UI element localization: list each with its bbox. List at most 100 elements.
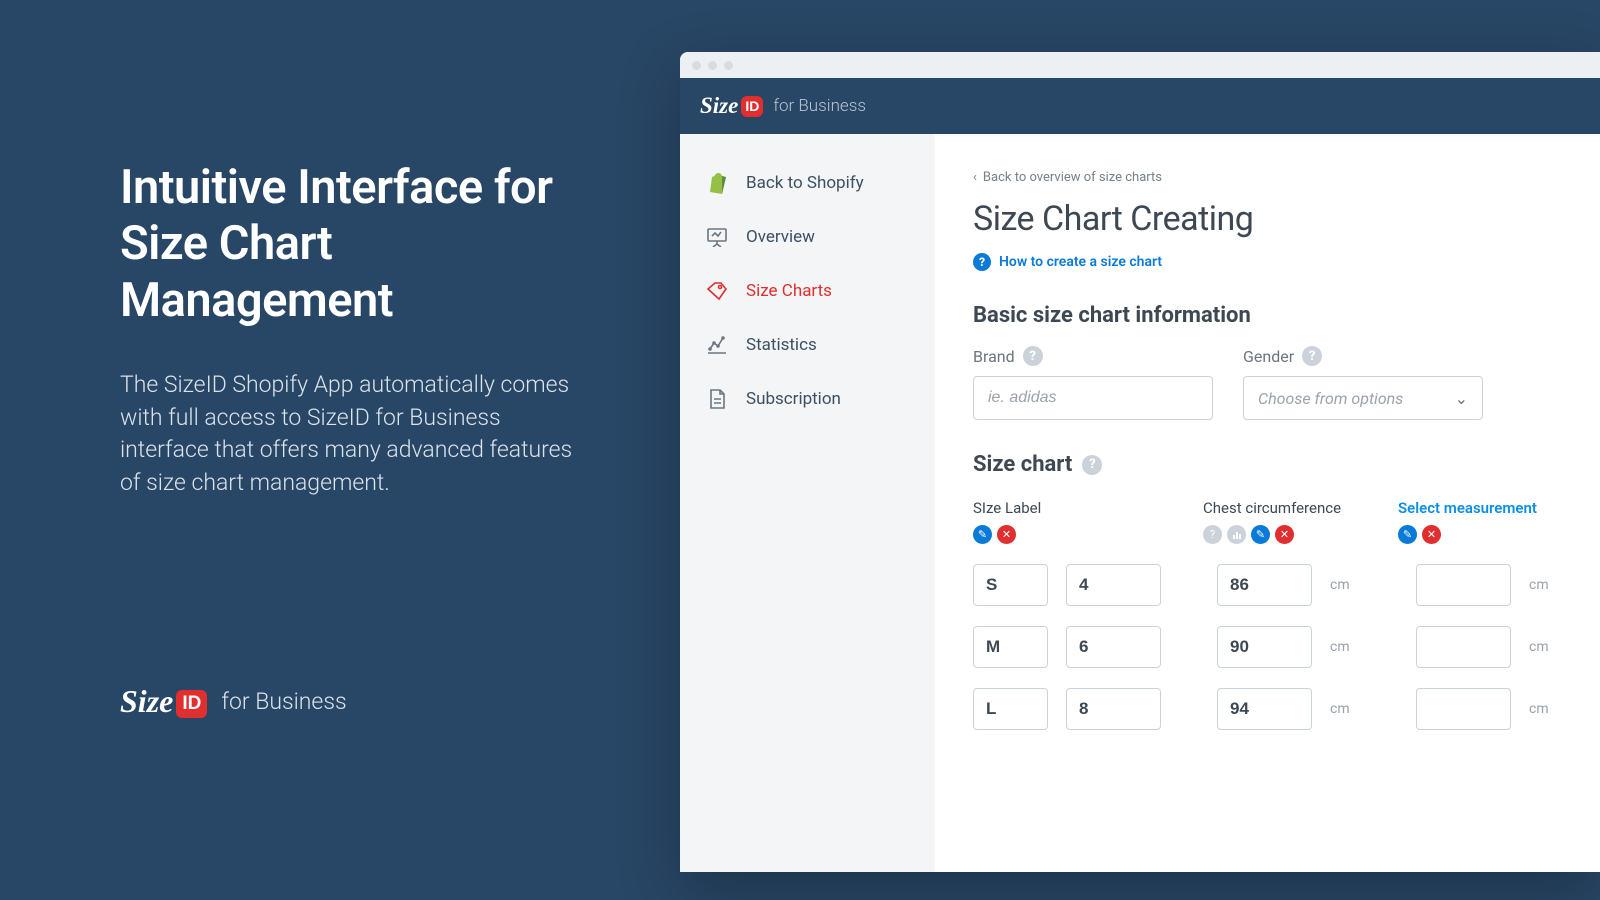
size-chart-heading: Size chart ? — [973, 452, 1562, 477]
help-link-label: How to create a size chart — [999, 254, 1162, 270]
delete-icon[interactable]: ✕ — [1275, 525, 1294, 544]
col-size-label: SIze Label ✎ ✕ — [973, 499, 1163, 544]
footer-logo: SizeID for Business — [120, 683, 347, 720]
help-icon[interactable]: ? — [1023, 346, 1043, 366]
page-title: Size Chart Creating — [973, 199, 1562, 239]
sidebar-item-size-charts[interactable]: Size Charts — [680, 264, 935, 318]
gender-select-placeholder: Choose from options — [1258, 389, 1403, 408]
main-content: ‹ Back to overview of size charts Size C… — [935, 134, 1600, 872]
sidebar-item-label: Subscription — [746, 389, 841, 409]
window-titlebar — [680, 52, 1600, 78]
edit-icon[interactable]: ✎ — [1251, 525, 1270, 544]
stats-icon — [706, 334, 728, 356]
chest-input[interactable] — [1217, 688, 1312, 730]
size-label-input[interactable] — [973, 564, 1048, 606]
size-chart-heading-text: Size chart — [973, 452, 1072, 477]
col-icon-row: ✎ ✕ — [973, 525, 1163, 544]
logo-wordmark: SizeID — [120, 683, 207, 720]
col-title: Chest circumference — [1203, 499, 1358, 517]
size-chart-table: SIze Label ✎ ✕ Chest circumference ? — [973, 499, 1562, 730]
size-num-input[interactable] — [1066, 688, 1161, 730]
unit-label: cm — [1330, 577, 1360, 593]
help-icon[interactable]: ? — [1302, 346, 1322, 366]
sidebar-item-label: Overview — [746, 227, 815, 247]
unit-label: cm — [1529, 701, 1559, 717]
tag-icon — [706, 280, 728, 302]
chart-icon[interactable] — [1227, 525, 1246, 544]
size-num-input[interactable] — [1066, 564, 1161, 606]
traffic-light-min[interactable] — [708, 61, 717, 70]
unit-label: cm — [1330, 701, 1360, 717]
chevron-down-icon: ⌄ — [1455, 389, 1468, 408]
shopify-icon — [706, 172, 728, 194]
edit-icon[interactable]: ✎ — [973, 525, 992, 544]
sidebar-item-subscription[interactable]: Subscription — [680, 372, 935, 426]
chest-input[interactable] — [1217, 626, 1312, 668]
header-logo-suffix: for Business — [773, 96, 866, 116]
delete-icon[interactable]: ✕ — [997, 525, 1016, 544]
document-icon — [706, 388, 728, 410]
marketing-panel: Intuitive Interface for Size Chart Manag… — [120, 160, 590, 500]
logo-suffix: for Business — [221, 688, 346, 715]
logo-size-text: Size — [120, 683, 173, 719]
select-measurement-link[interactable]: Select measurement — [1398, 499, 1568, 517]
table-row: cm cm — [973, 626, 1562, 668]
presentation-icon — [706, 226, 728, 248]
size-num-input[interactable] — [1066, 626, 1161, 668]
app-body: Back to Shopify Overview Size Charts Sta… — [680, 134, 1600, 872]
help-icon[interactable]: ? — [1082, 455, 1102, 475]
basic-info-heading: Basic size chart information — [973, 303, 1562, 328]
logo-id-badge: ID — [176, 690, 207, 718]
sidebar-item-back-shopify[interactable]: Back to Shopify — [680, 156, 935, 210]
delete-icon[interactable]: ✕ — [1422, 525, 1441, 544]
how-to-create-link[interactable]: ? How to create a size chart — [973, 253, 1162, 271]
gender-label-text: Gender — [1243, 347, 1294, 366]
col-title: SIze Label — [973, 499, 1163, 517]
chevron-left-icon: ‹ — [973, 170, 977, 185]
size-label-input[interactable] — [973, 626, 1048, 668]
marketing-body: The SizeID Shopify App automatically com… — [120, 369, 590, 500]
sidebar: Back to Shopify Overview Size Charts Sta… — [680, 134, 935, 872]
traffic-light-close[interactable] — [692, 61, 701, 70]
basic-form-row: Brand ? Gender ? Choose from options ⌄ — [973, 346, 1562, 420]
sidebar-item-label: Back to Shopify — [746, 173, 864, 193]
help-icon: ? — [973, 253, 991, 271]
brand-label: Brand ? — [973, 346, 1213, 366]
table-row: cm cm — [973, 564, 1562, 606]
marketing-headline: Intuitive Interface for Size Chart Manag… — [120, 160, 590, 329]
unit-label: cm — [1330, 639, 1360, 655]
extra-measure-input[interactable] — [1416, 626, 1511, 668]
col-icon-row: ? ✎ ✕ — [1203, 525, 1358, 544]
gender-label: Gender ? — [1243, 346, 1483, 366]
chest-input[interactable] — [1217, 564, 1312, 606]
unit-label: cm — [1529, 577, 1559, 593]
edit-icon[interactable]: ✎ — [1398, 525, 1417, 544]
gender-field-group: Gender ? Choose from options ⌄ — [1243, 346, 1483, 420]
sidebar-item-label: Statistics — [746, 335, 817, 355]
sidebar-item-statistics[interactable]: Statistics — [680, 318, 935, 372]
backlink-label: Back to overview of size charts — [983, 170, 1162, 185]
sidebar-item-overview[interactable]: Overview — [680, 210, 935, 264]
unit-label: cm — [1529, 639, 1559, 655]
brand-input[interactable] — [973, 376, 1213, 420]
app-window: SizeID for Business Back to Shopify Over… — [680, 52, 1600, 872]
col-icon-row: ✎ ✕ — [1398, 525, 1568, 544]
brand-field-group: Brand ? — [973, 346, 1213, 420]
basic-info-heading-text: Basic size chart information — [973, 303, 1251, 328]
back-to-overview-link[interactable]: ‹ Back to overview of size charts — [973, 170, 1162, 185]
sidebar-item-label: Size Charts — [746, 281, 832, 301]
table-row: cm cm — [973, 688, 1562, 730]
col-select-measurement: Select measurement ✎ ✕ — [1398, 499, 1568, 544]
header-logo: SizeID — [700, 93, 763, 119]
app-header: SizeID for Business — [680, 78, 1600, 134]
table-head: SIze Label ✎ ✕ Chest circumference ? — [973, 499, 1562, 544]
header-logo-size: Size — [700, 93, 738, 118]
traffic-light-max[interactable] — [724, 61, 733, 70]
brand-label-text: Brand — [973, 347, 1015, 366]
extra-measure-input[interactable] — [1416, 688, 1511, 730]
extra-measure-input[interactable] — [1416, 564, 1511, 606]
help-icon[interactable]: ? — [1203, 525, 1222, 544]
gender-select[interactable]: Choose from options ⌄ — [1243, 376, 1483, 420]
table-body: cm cm cm cm — [973, 564, 1562, 730]
size-label-input[interactable] — [973, 688, 1048, 730]
